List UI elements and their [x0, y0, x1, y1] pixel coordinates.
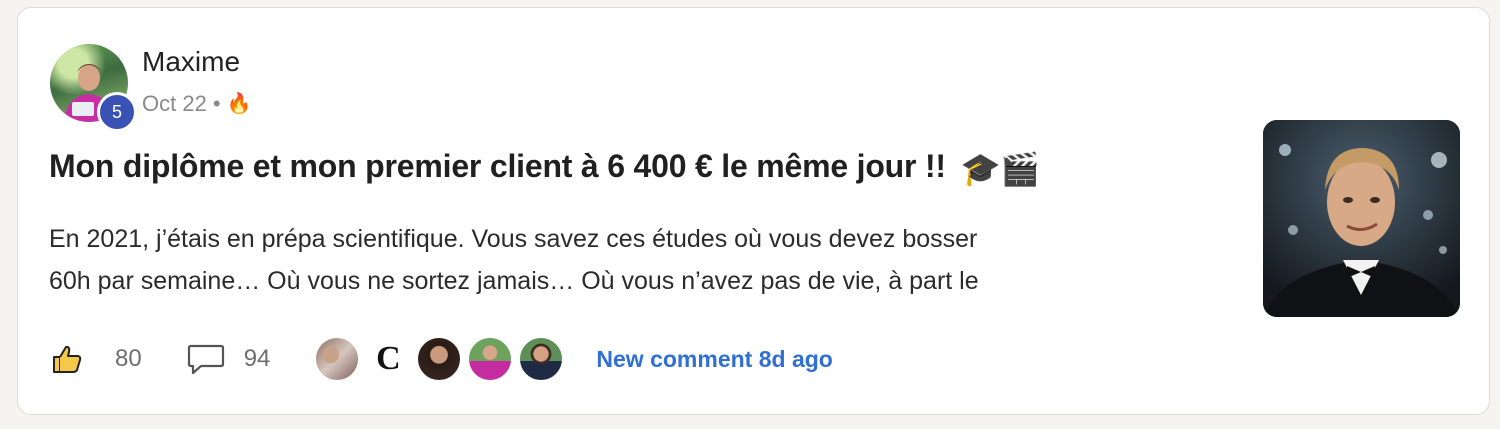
commenter-avatar[interactable]: C — [365, 336, 412, 382]
post-thumbnail[interactable] — [1263, 120, 1460, 317]
commenter-avatar[interactable] — [416, 336, 463, 382]
commenter-avatar[interactable] — [518, 336, 565, 382]
commenter-avatars: C — [314, 336, 569, 382]
commenter-avatar[interactable] — [314, 336, 361, 382]
post-title-text: Mon diplôme et mon premier client à 6 40… — [49, 148, 946, 184]
level-badge: 5 — [97, 92, 137, 132]
fire-icon: 🔥 — [226, 93, 252, 115]
like-count: 80 — [115, 345, 142, 372]
post-meta: Oct 22 • 🔥 — [142, 91, 251, 117]
new-comment-link[interactable]: New comment 8d ago — [596, 346, 832, 373]
post-card[interactable]: 5 Maxime Oct 22 • 🔥 Mon diplôme et mon p… — [17, 7, 1490, 415]
post-date: Oct 22 — [142, 91, 207, 116]
meta-separator: • — [212, 91, 221, 116]
author-name[interactable]: Maxime — [142, 46, 240, 78]
thumbs-up-icon[interactable] — [49, 341, 85, 377]
title-emoji-icons: 🎓🎬 — [960, 150, 1040, 187]
post-footer: 80 94 C New comment 8d ago — [49, 336, 1149, 382]
commenter-avatar[interactable] — [467, 336, 514, 382]
speech-bubble-icon[interactable] — [186, 341, 226, 377]
comment-count: 94 — [243, 345, 271, 372]
excerpt-line: 60h par semaine… Où vous ne sortez jamai… — [49, 267, 979, 295]
post-title[interactable]: Mon diplôme et mon premier client à 6 40… — [49, 148, 1189, 188]
post-excerpt[interactable]: En 2021, j’étais en prépa scientifique. … — [49, 218, 1199, 302]
excerpt-line: En 2021, j’étais en prépa scientifique. … — [49, 225, 978, 253]
